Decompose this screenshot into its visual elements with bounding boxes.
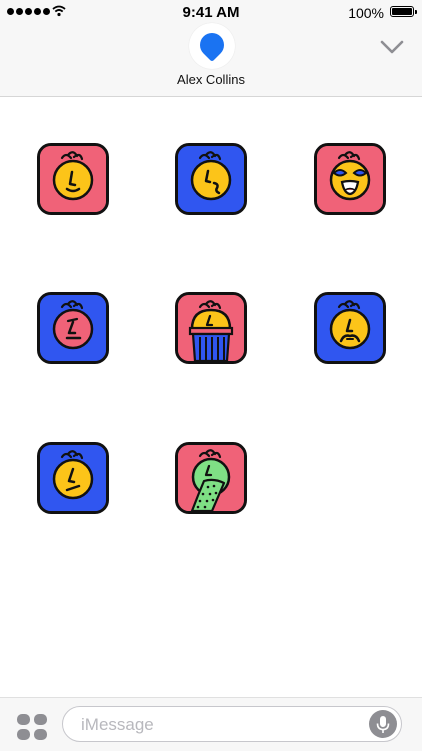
message-input-bar: iMessage [0, 697, 422, 751]
sticker-annoyed[interactable] [37, 292, 109, 364]
sticker-grid [0, 97, 422, 697]
conversation-header: Alex Collins [0, 23, 422, 97]
battery-percent: 100% [348, 5, 384, 21]
chevron-down-icon[interactable] [380, 38, 404, 56]
microphone-icon[interactable] [369, 710, 397, 738]
app-drawer-icon[interactable] [17, 714, 47, 740]
sticker-smirk[interactable] [37, 143, 109, 215]
imessage-input[interactable]: iMessage [62, 706, 402, 742]
input-placeholder: iMessage [81, 715, 154, 734]
blue-blob-avatar-icon [195, 28, 229, 62]
contact-avatar[interactable] [189, 23, 235, 69]
sticker-laughing[interactable] [314, 143, 386, 215]
sticker-mustache[interactable] [314, 292, 386, 364]
sticker-worried[interactable] [37, 442, 109, 514]
contact-name[interactable]: Alex Collins [0, 72, 422, 87]
sticker-vomiting[interactable] [175, 442, 247, 514]
sticker-ice-cream[interactable] [175, 292, 247, 364]
sticker-thinking[interactable] [175, 143, 247, 215]
battery-icon [390, 6, 417, 17]
